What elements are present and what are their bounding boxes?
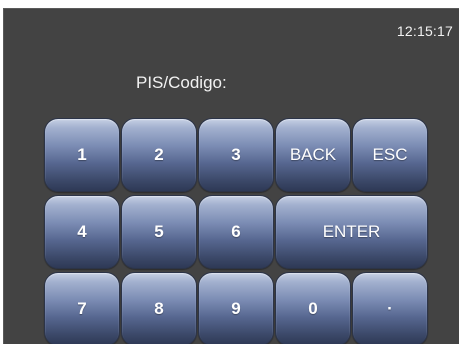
back-label: BACK xyxy=(289,145,337,164)
key-1-label: 1 xyxy=(77,145,87,164)
esc-label: ESC xyxy=(372,145,408,164)
key-3-label: 3 xyxy=(231,145,241,164)
key-dot-label: · xyxy=(387,299,393,318)
key-1-button[interactable]: 1 xyxy=(44,118,120,192)
key-0-label: 0 xyxy=(308,299,318,318)
key-9-label: 9 xyxy=(231,299,241,318)
key-8-button[interactable]: 8 xyxy=(121,272,197,344)
key-3-button[interactable]: 3 xyxy=(198,118,274,192)
key-dot-button[interactable]: · xyxy=(352,272,428,344)
key-9-button[interactable]: 9 xyxy=(198,272,274,344)
key-7-button[interactable]: 7 xyxy=(44,272,120,344)
key-6-button[interactable]: 6 xyxy=(198,195,274,269)
key-4-button[interactable]: 4 xyxy=(44,195,120,269)
keypad-panel: 12:15:17 PIS/Codigo: 1 2 3 BACK ESC 4 5 … xyxy=(3,8,459,344)
key-4-label: 4 xyxy=(77,222,87,241)
key-2-label: 2 xyxy=(154,145,164,164)
key-8-label: 8 xyxy=(154,299,164,318)
key-0-button[interactable]: 0 xyxy=(275,272,351,344)
back-button[interactable]: BACK xyxy=(275,118,351,192)
clock-display: 12:15:17 xyxy=(396,23,453,39)
enter-button[interactable]: ENTER xyxy=(275,195,428,269)
key-5-button[interactable]: 5 xyxy=(121,195,197,269)
key-5-label: 5 xyxy=(154,222,164,241)
pin-entry-screen: 12:15:17 PIS/Codigo: 1 2 3 BACK ESC 4 5 … xyxy=(0,0,459,344)
enter-label: ENTER xyxy=(322,222,381,241)
pis-code-prompt: PIS/Codigo: xyxy=(136,73,227,92)
esc-button[interactable]: ESC xyxy=(352,118,428,192)
key-7-label: 7 xyxy=(77,299,87,318)
key-6-label: 6 xyxy=(231,222,241,241)
key-2-button[interactable]: 2 xyxy=(121,118,197,192)
